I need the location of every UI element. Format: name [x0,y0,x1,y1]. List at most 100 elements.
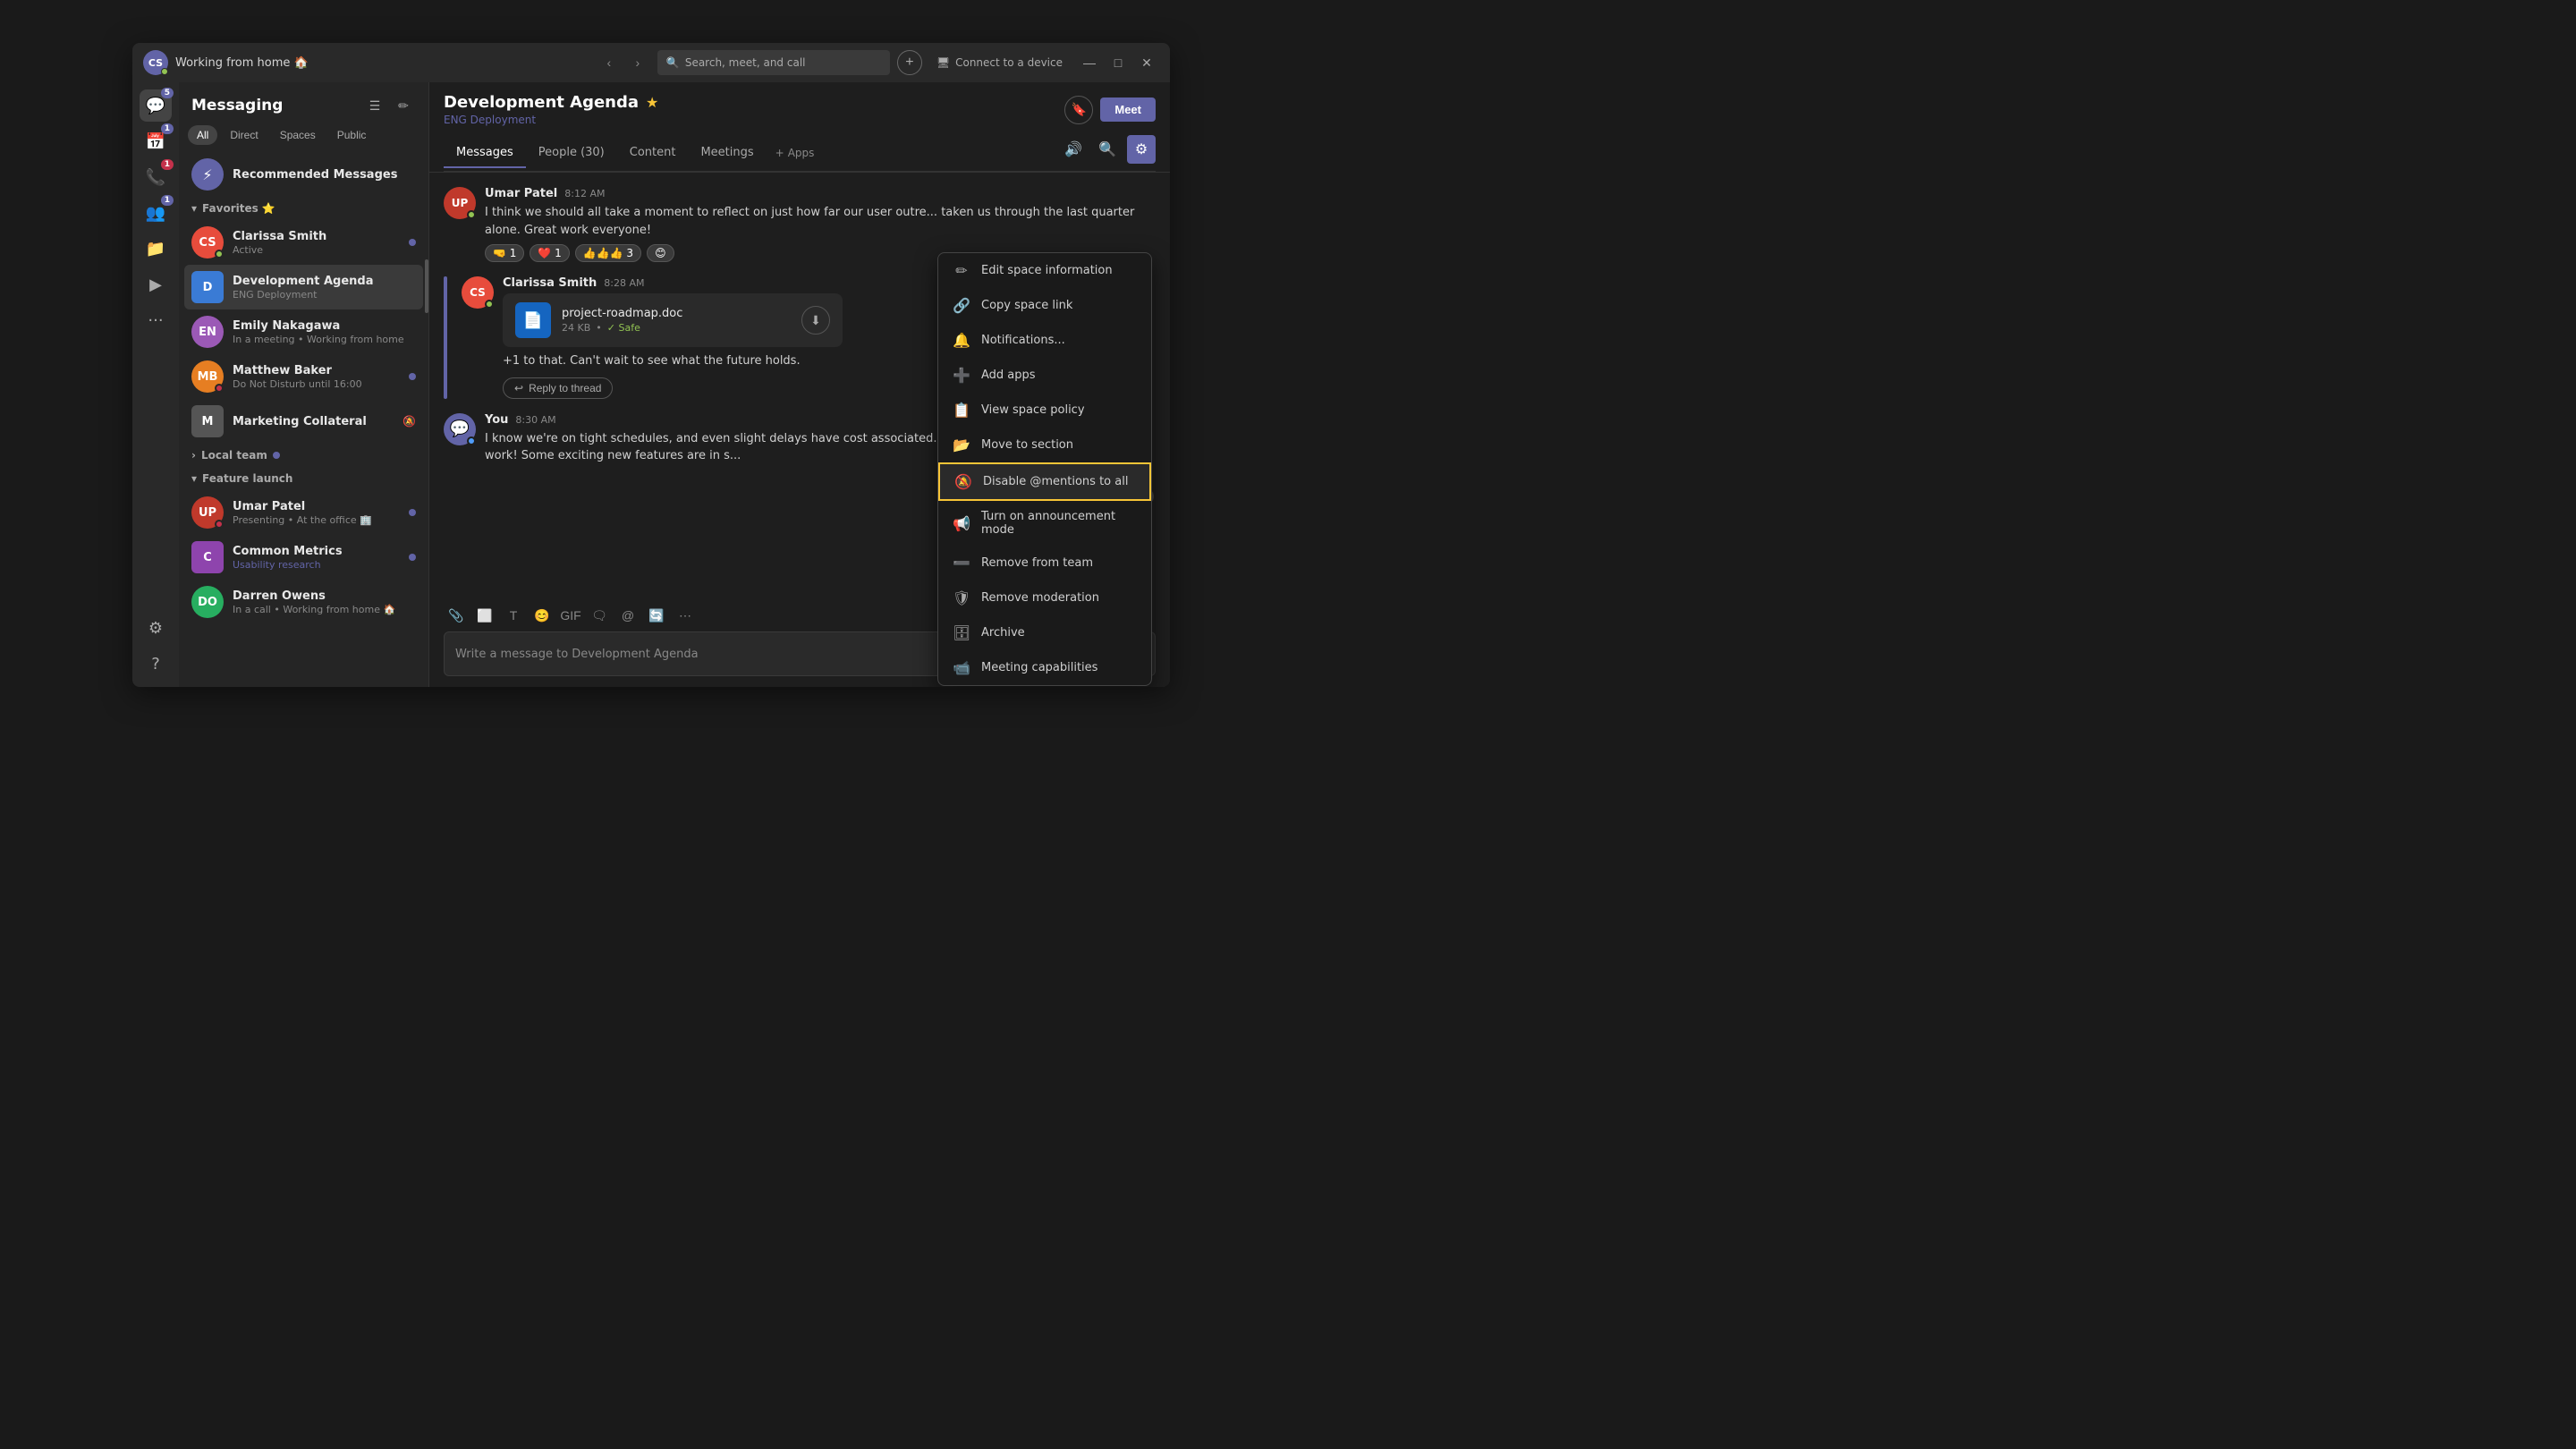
policy-icon: 📋 [953,402,970,419]
tab-spaces[interactable]: Spaces [271,125,325,145]
reaction-smile[interactable]: 😊 [647,244,674,262]
section-favorites[interactable]: ▾ Favorites ⭐ [184,197,423,220]
list-item-common-metrics[interactable]: C Common Metrics Usability research [184,535,423,580]
ctx-announcement-mode[interactable]: 📢 Turn on announcement mode [938,501,1151,546]
tab-meetings[interactable]: Meetings [688,139,766,168]
maximize-button[interactable]: □ [1106,50,1131,75]
back-button[interactable]: ‹ [597,50,622,75]
clarissa-info: Clarissa Smith Active [233,230,400,256]
rail-item-calendar[interactable]: 📅 1 [140,125,172,157]
bookmark-button[interactable]: 🔖 [1064,96,1093,124]
ctx-meeting-capabilities[interactable]: 📹 Meeting capabilities [938,650,1151,685]
local-team-label: Local team [201,449,267,462]
search-placeholder: Search, meet, and call [685,56,806,69]
emily-sub: In a meeting • Working from home [233,334,416,345]
clarissa-unread [409,239,416,246]
matthew-sub: Do Not Disturb until 16:00 [233,378,400,390]
rail-item-calls[interactable]: 📞 1 [140,161,172,193]
ctx-move-section[interactable]: 📂 Move to section [938,428,1151,462]
clarissa-msg-avatar: CS [462,276,494,309]
add-apps-tab[interactable]: + Apps [767,140,824,166]
close-button[interactable]: ✕ [1134,50,1159,75]
rail-item-settings[interactable]: ⚙ [140,612,172,644]
reaction-thumbs[interactable]: 👍👍👍 3 [575,244,641,262]
reaction-heart[interactable]: ❤️ 1 [530,244,569,262]
tab-public[interactable]: Public [328,125,376,145]
settings-channel-button[interactable]: ⚙ [1127,135,1156,164]
rail-item-people[interactable]: 👥 1 [140,197,172,229]
ctx-remove-team[interactable]: ➖ Remove from team [938,546,1151,580]
emily-avatar: EN [191,316,224,348]
ctx-notifications[interactable]: 🔔 Notifications... [938,323,1151,358]
file-meta: 24 KB • ✓ Safe [562,322,791,334]
file-download-button[interactable]: ⬇ [801,306,830,335]
darren-name: Darren Owens [233,589,416,603]
umar-msg-status [467,210,476,219]
attach-button[interactable]: 📎 [444,603,469,628]
reaction-fist[interactable]: 🤜 1 [485,244,524,262]
recommended-messages[interactable]: ⚡ Recommended Messages [184,152,423,197]
ctx-view-policy[interactable]: 📋 View space policy [938,393,1151,428]
list-item-dev-agenda[interactable]: D Development Agenda ENG Deployment [184,265,423,309]
section-feature-launch[interactable]: ▾ Feature launch [184,467,423,490]
tab-people[interactable]: People (30) [526,139,617,168]
reply-thread-button[interactable]: ↩ Reply to thread [503,377,613,399]
format-button[interactable]: ⬜ [472,603,497,628]
ctx-copy-link[interactable]: 🔗 Copy space link [938,288,1151,323]
ctx-disable-label: Disable @mentions to all [983,475,1128,488]
umar-name: Umar Patel [233,500,400,513]
ctx-notifications-label: Notifications... [981,334,1065,347]
list-item-clarissa[interactable]: CS Clarissa Smith Active [184,220,423,265]
darren-sub: In a call • Working from home 🏠 [233,604,416,615]
list-item-marketing[interactable]: M Marketing Collateral 🔕 [184,399,423,444]
minimize-button[interactable]: — [1077,50,1102,75]
rail-item-activity[interactable]: 💬 5 [140,89,172,122]
section-local-team[interactable]: › Local team [184,444,423,467]
tab-all[interactable]: All [188,125,217,145]
more-options-button[interactable]: ⋯ [673,603,698,628]
ctx-remove-moderation[interactable]: 🛡 Remove moderation [938,580,1151,615]
rail-item-more[interactable]: ··· [140,304,172,336]
app-window: CS Working from home 🏠 ‹ › 🔍 Search, mee… [132,43,1170,687]
meet-button[interactable]: Meet [1100,97,1156,122]
list-item-darren[interactable]: DO Darren Owens In a call • Working from… [184,580,423,624]
compose-button[interactable]: ✏ [391,93,416,118]
clarissa-msg-name: Clarissa Smith [503,276,597,290]
list-item-emily[interactable]: EN Emily Nakagawa In a meeting • Working… [184,309,423,354]
text-format-button[interactable]: T [501,603,526,628]
rail-item-help[interactable]: ? [140,648,172,680]
rail-item-teams[interactable]: ▶ [140,268,172,301]
connect-device[interactable]: 🖥 Connect to a device [929,56,1070,69]
list-item-umar[interactable]: UP Umar Patel Presenting • At the office… [184,490,423,535]
list-item-matthew[interactable]: MB Matthew Baker Do Not Disturb until 16… [184,354,423,399]
channel-name: Development Agenda [444,93,639,112]
audio-button[interactable]: 🔊 [1059,135,1088,164]
gif-button[interactable]: GIF [558,603,583,628]
user-avatar: CS [143,50,168,75]
ctx-add-apps[interactable]: ➕ Add apps [938,358,1151,393]
marketing-info: Marketing Collateral [233,415,394,428]
tab-content[interactable]: Content [617,139,689,168]
loop-button[interactable]: 🔄 [644,603,669,628]
forward-button[interactable]: › [625,50,650,75]
mention-button[interactable]: @ [615,603,640,628]
global-search[interactable]: 🔍 Search, meet, and call [657,50,890,75]
context-menu: ✏ Edit space information 🔗 Copy space li… [937,252,1152,686]
ctx-edit-space[interactable]: ✏ Edit space information [938,253,1151,288]
sticker-button[interactable]: 🗨 [587,603,612,628]
ctx-disable-mentions[interactable]: 🔕 Disable @mentions to all [938,462,1151,501]
umar-msg-name: Umar Patel [485,187,557,200]
tab-direct[interactable]: Direct [221,125,267,145]
video-icon: 📹 [953,659,970,676]
marketing-avatar: M [191,405,224,437]
add-button[interactable]: + [897,50,922,75]
emoji-button[interactable]: 😊 [530,603,555,628]
search-channel-button[interactable]: 🔍 [1093,135,1122,164]
tab-messages[interactable]: Messages [444,139,526,168]
ctx-archive[interactable]: 🗄 Archive [938,615,1151,650]
activity-badge: 5 [161,88,174,98]
search-icon: 🔍 [666,56,680,69]
channel-subtitle: ENG Deployment [444,114,658,126]
filter-button[interactable]: ☰ [362,93,387,118]
rail-item-files[interactable]: 📁 [140,233,172,265]
